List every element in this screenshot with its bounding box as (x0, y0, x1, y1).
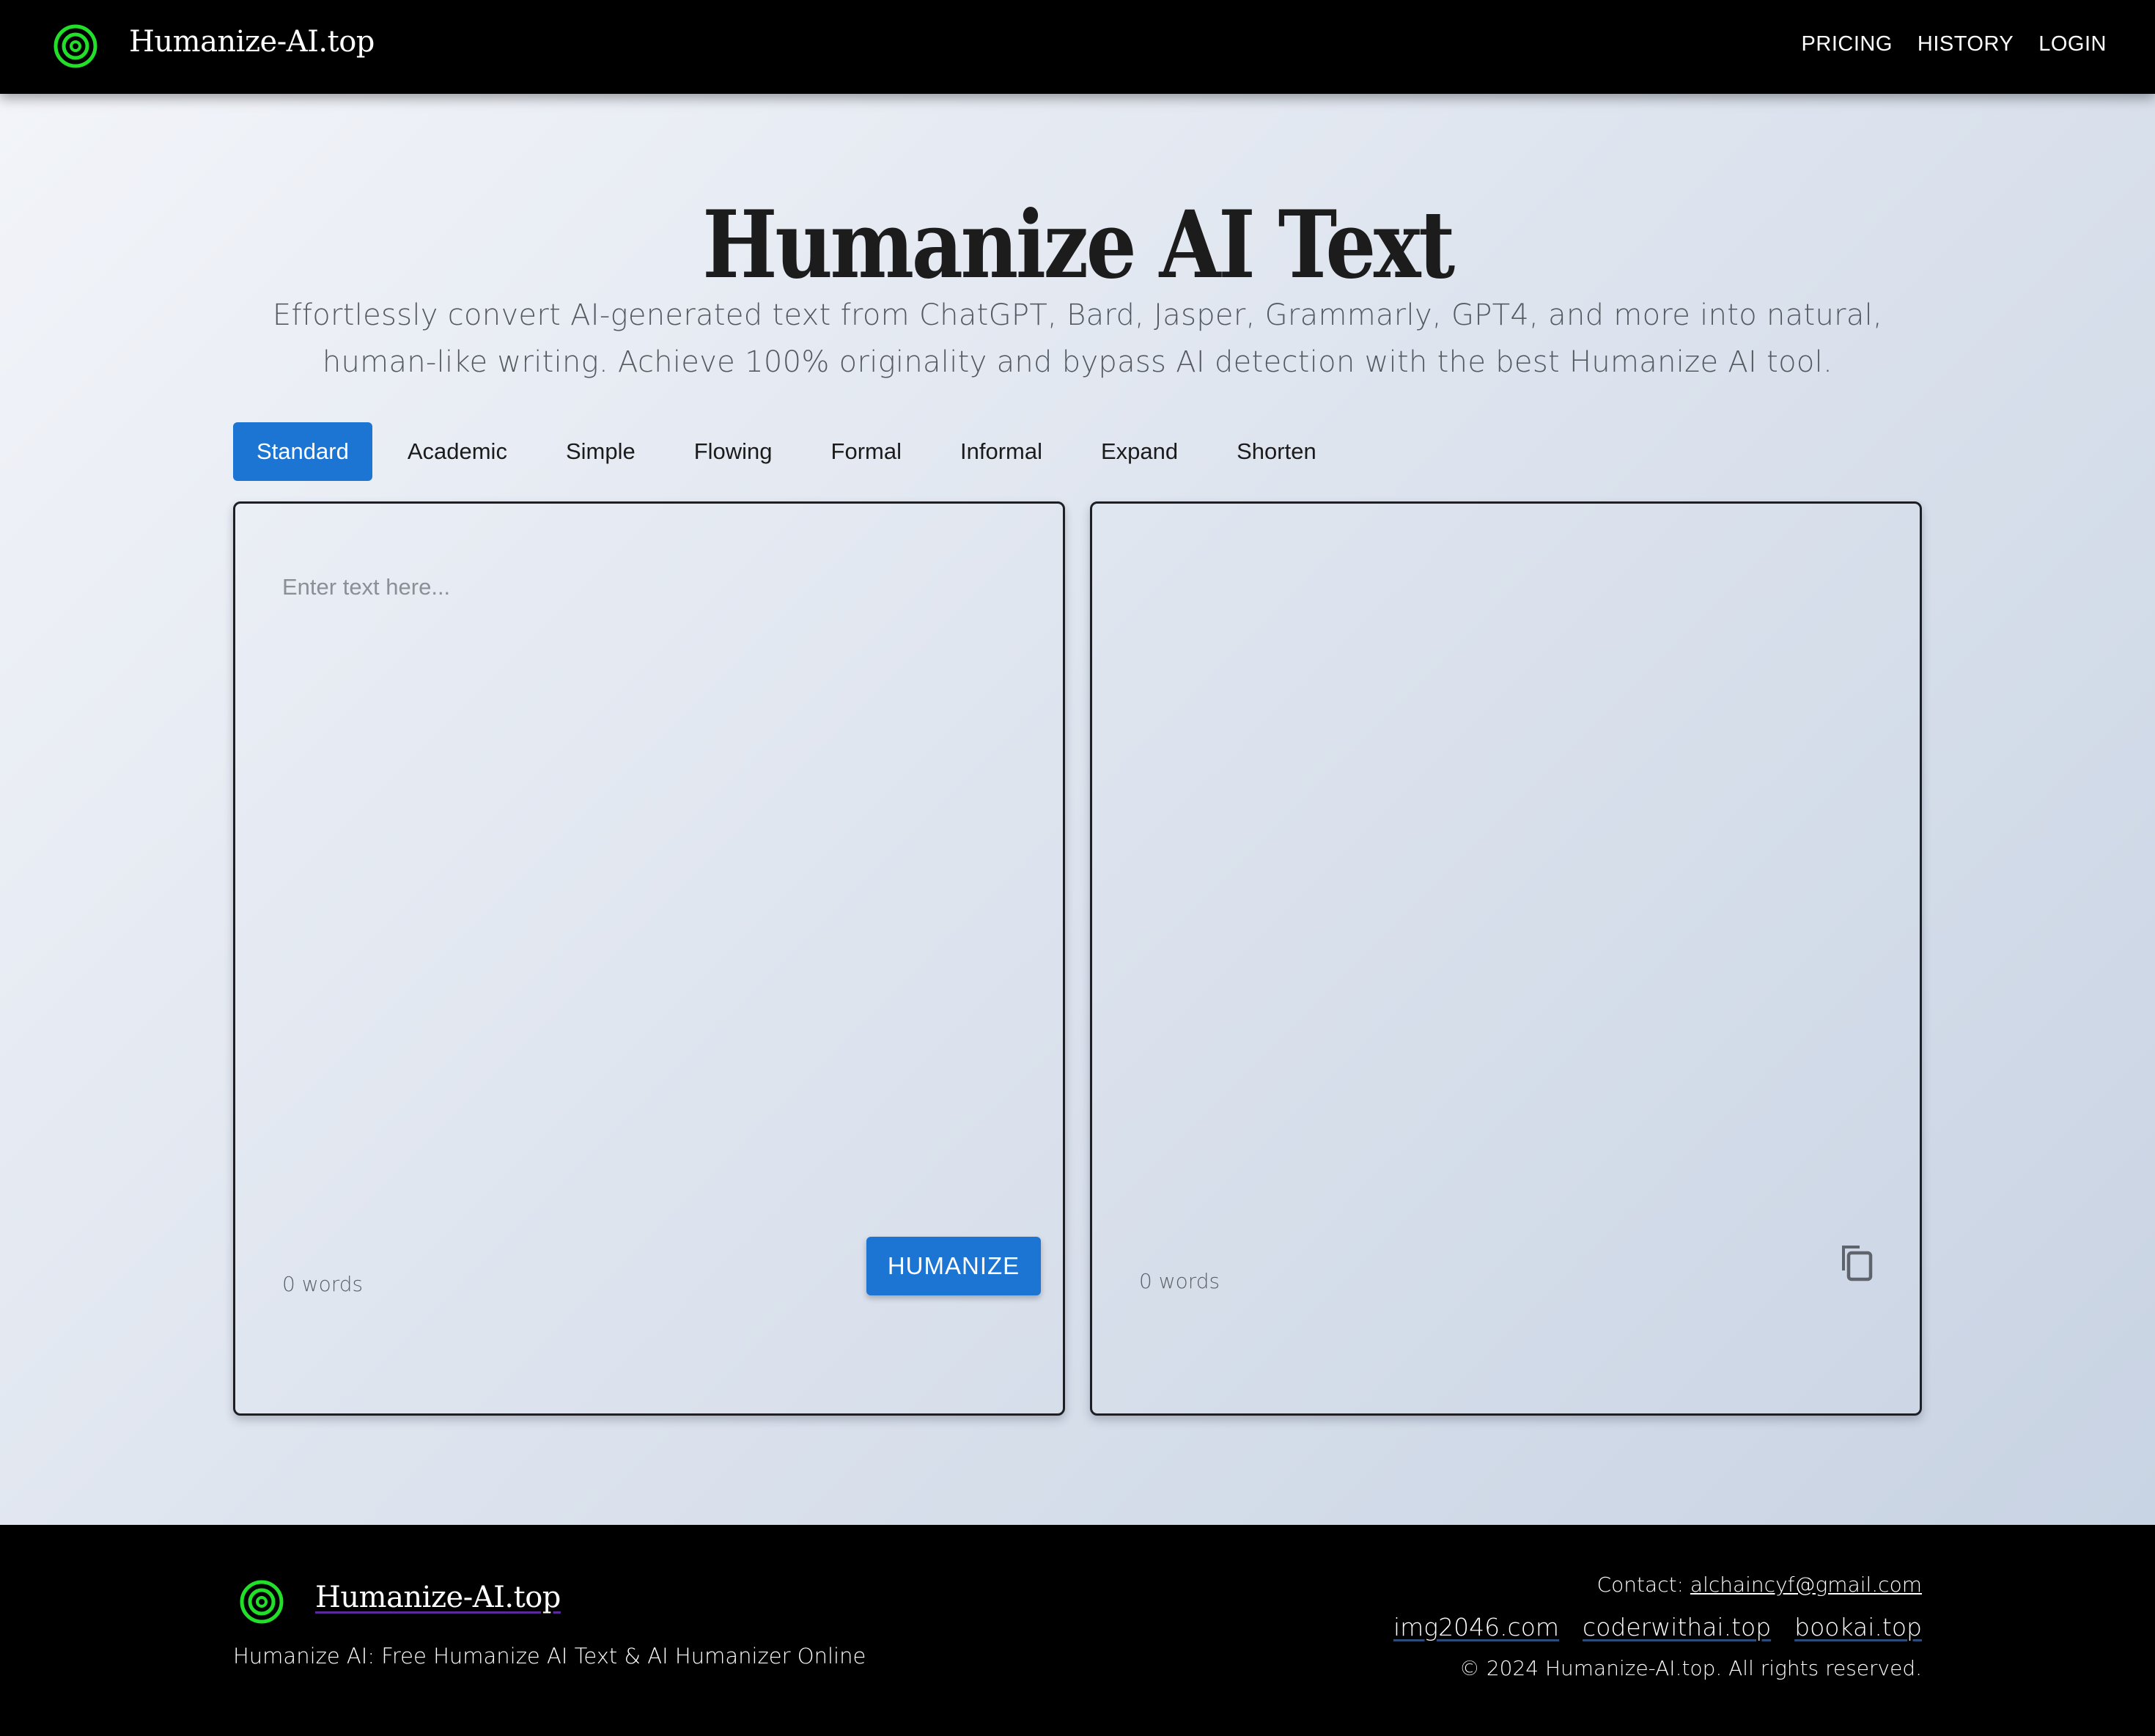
tab-formal[interactable]: Formal (808, 422, 925, 481)
output-text-area[interactable] (1092, 504, 1920, 1295)
output-word-count: 0 words (1139, 1269, 1220, 1293)
footer-brand-link[interactable]: Humanize-AI.top (315, 1581, 561, 1614)
main-nav: PRICING HISTORY LOGIN (1802, 32, 2107, 56)
footer-tagline: Humanize AI: Free Humanize AI Text & AI … (233, 1644, 866, 1669)
copyright: © 2024 Humanize-AI.top. All rights reser… (1459, 1656, 1922, 1680)
contact-email-link[interactable]: alchaincyf@gmail.com (1690, 1573, 1922, 1597)
page-subtitle: Effortlessly convert AI-generated text f… (272, 298, 1883, 379)
contact-line: Contact: alchaincyf@gmail.com (1393, 1570, 1922, 1600)
contact-label: Contact: (1596, 1573, 1684, 1597)
partner-links: img2046.com coderwithai.top bookai.top (1393, 1611, 1922, 1644)
tab-shorten[interactable]: Shorten (1213, 422, 1340, 481)
copy-icon (1842, 1246, 1873, 1281)
nav-login[interactable]: LOGIN (2038, 32, 2107, 56)
tab-expand[interactable]: Expand (1078, 422, 1201, 481)
input-panel: 0 words HUMANIZE (233, 501, 1065, 1416)
concentric-target-icon (240, 1580, 284, 1624)
top-nav-bar: Humanize-AI.top PRICING HISTORY LOGIN (0, 0, 2155, 94)
copy-button[interactable] (1838, 1243, 1877, 1282)
tab-informal[interactable]: Informal (937, 422, 1066, 481)
tab-standard[interactable]: Standard (233, 422, 372, 481)
mode-tabs: Standard Academic Simple Flowing Formal … (233, 422, 1352, 481)
footer: Humanize-AI.top Humanize AI: Free Humani… (0, 1525, 2155, 1736)
main-content: Humanize AI Text Effortlessly convert AI… (0, 94, 2155, 1525)
tab-simple[interactable]: Simple (542, 422, 659, 481)
link-bookai[interactable]: bookai.top (1794, 1611, 1922, 1644)
tab-flowing[interactable]: Flowing (671, 422, 796, 481)
link-img2046[interactable]: img2046.com (1393, 1611, 1559, 1644)
input-word-count: 0 words (282, 1272, 364, 1296)
input-textarea[interactable] (235, 504, 1063, 1295)
output-panel: 0 words (1090, 501, 1922, 1416)
tab-academic[interactable]: Academic (384, 422, 531, 481)
brand-logo-link[interactable]: Humanize-AI.top (129, 25, 375, 59)
concentric-target-icon[interactable] (53, 23, 98, 69)
page-title: Humanize AI Text (702, 191, 1455, 299)
nav-history[interactable]: HISTORY (1918, 32, 2014, 56)
nav-pricing[interactable]: PRICING (1802, 32, 1893, 56)
footer-info: Contact: alchaincyf@gmail.com img2046.co… (1393, 1570, 1922, 1683)
humanize-button[interactable]: HUMANIZE (866, 1237, 1041, 1295)
link-coderwithai[interactable]: coderwithai.top (1583, 1611, 1771, 1644)
